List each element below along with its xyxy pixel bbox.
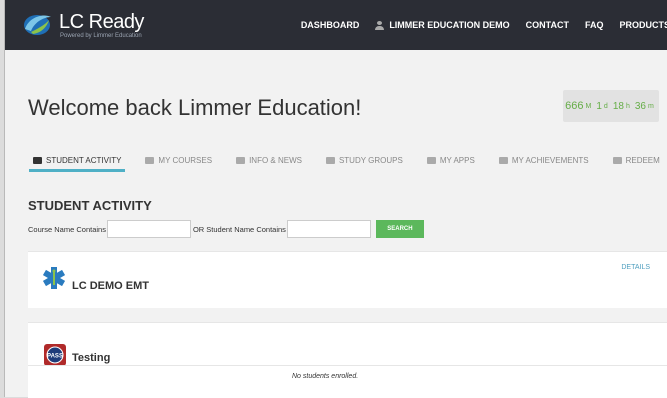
tab-my-achievements[interactable]: MY ACHIEVEMENTS xyxy=(495,151,593,169)
tab-info-news[interactable]: INFO & NEWS xyxy=(232,151,306,169)
user-icon xyxy=(375,20,385,30)
tag-icon xyxy=(426,156,436,164)
empty-message: No students enrolled. xyxy=(292,373,359,380)
tab-label: INFO & NEWS xyxy=(249,155,302,165)
tab-study-groups[interactable]: STUDY GROUPS xyxy=(322,151,407,169)
details-link[interactable]: DETAILS xyxy=(621,264,650,271)
countdown-days-unit: d xyxy=(603,102,608,110)
course-card: PASS Testing xyxy=(28,322,667,369)
list-icon xyxy=(612,156,622,164)
brand-tagline: Powered by Limmer Education xyxy=(60,33,142,39)
tab-redeem[interactable]: REDEEM xyxy=(609,151,664,169)
chat-icon xyxy=(325,156,335,164)
countdown-minutes-unit: m xyxy=(647,102,654,110)
main-nav: DASHBOARD LIMMER EDUCATION DEMO CONTACT … xyxy=(301,0,667,50)
tab-label: STUDENT ACTIVITY xyxy=(46,155,122,165)
news-icon xyxy=(236,156,246,164)
tab-label: MY ACHIEVEMENTS xyxy=(511,155,589,165)
brand-name: LC Ready xyxy=(59,11,144,33)
shield-icon xyxy=(498,156,508,164)
tab-my-courses[interactable]: MY COURSES xyxy=(141,151,216,169)
countdown-badge: 666 M 1 d 18 h 36 m xyxy=(563,90,659,122)
course-card: LC DEMO EMT DETAILS xyxy=(28,251,667,308)
countdown-hours-unit: h xyxy=(625,102,630,110)
countdown-minutes: 36 xyxy=(634,100,646,112)
search-button[interactable]: SEARCH xyxy=(375,220,424,238)
section-title: STUDENT ACTIVITY xyxy=(28,198,152,213)
nav-faq[interactable]: FAQ xyxy=(585,20,604,30)
page-title: Welcome back Limmer Education! xyxy=(28,95,362,120)
nav-account[interactable]: LIMMER EDUCATION DEMO xyxy=(375,20,510,30)
countdown-days: 1 xyxy=(596,100,602,112)
student-name-input[interactable] xyxy=(286,220,371,238)
tab-label: MY COURSES xyxy=(158,155,213,165)
star-of-life-icon xyxy=(43,267,65,289)
page-frame: LC Ready Powered by Limmer Education DAS… xyxy=(4,0,667,398)
lc-ready-logo-icon xyxy=(24,15,51,35)
nav-contact[interactable]: CONTACT xyxy=(526,20,569,30)
tab-label: MY APPS xyxy=(439,155,475,165)
countdown-months-unit: M xyxy=(585,102,592,110)
tab-label: STUDY GROUPS xyxy=(338,155,403,165)
course-name: LC DEMO EMT xyxy=(72,280,149,292)
search-filters: Course Name Contains OR Student Name Con… xyxy=(28,220,424,238)
tab-label: REDEEM xyxy=(625,155,660,165)
nav-products[interactable]: PRODUCTS xyxy=(619,20,667,30)
courses-icon xyxy=(145,156,155,164)
course-filter-label: Course Name Contains xyxy=(28,224,106,234)
student-filter-label: OR Student Name Contains xyxy=(192,224,286,234)
countdown-hours: 18 xyxy=(612,100,624,112)
countdown-months: 666 xyxy=(565,100,584,112)
nav-account-label: LIMMER EDUCATION DEMO xyxy=(389,20,510,30)
course-name: Testing xyxy=(72,352,111,364)
nav-dashboard[interactable]: DASHBOARD xyxy=(301,20,360,30)
pass-badge-icon: PASS xyxy=(44,344,66,366)
top-navbar: LC Ready Powered by Limmer Education DAS… xyxy=(5,0,667,50)
tab-student-activity[interactable]: STUDENT ACTIVITY xyxy=(29,151,126,172)
svg-text:PASS: PASS xyxy=(47,354,63,360)
tab-my-apps[interactable]: MY APPS xyxy=(423,151,479,169)
course-card-body xyxy=(28,365,667,398)
course-name-input[interactable] xyxy=(106,220,191,238)
tab-bar: STUDENT ACTIVITY MY COURSES INFO & NEWS … xyxy=(29,151,664,172)
users-icon xyxy=(33,156,42,164)
